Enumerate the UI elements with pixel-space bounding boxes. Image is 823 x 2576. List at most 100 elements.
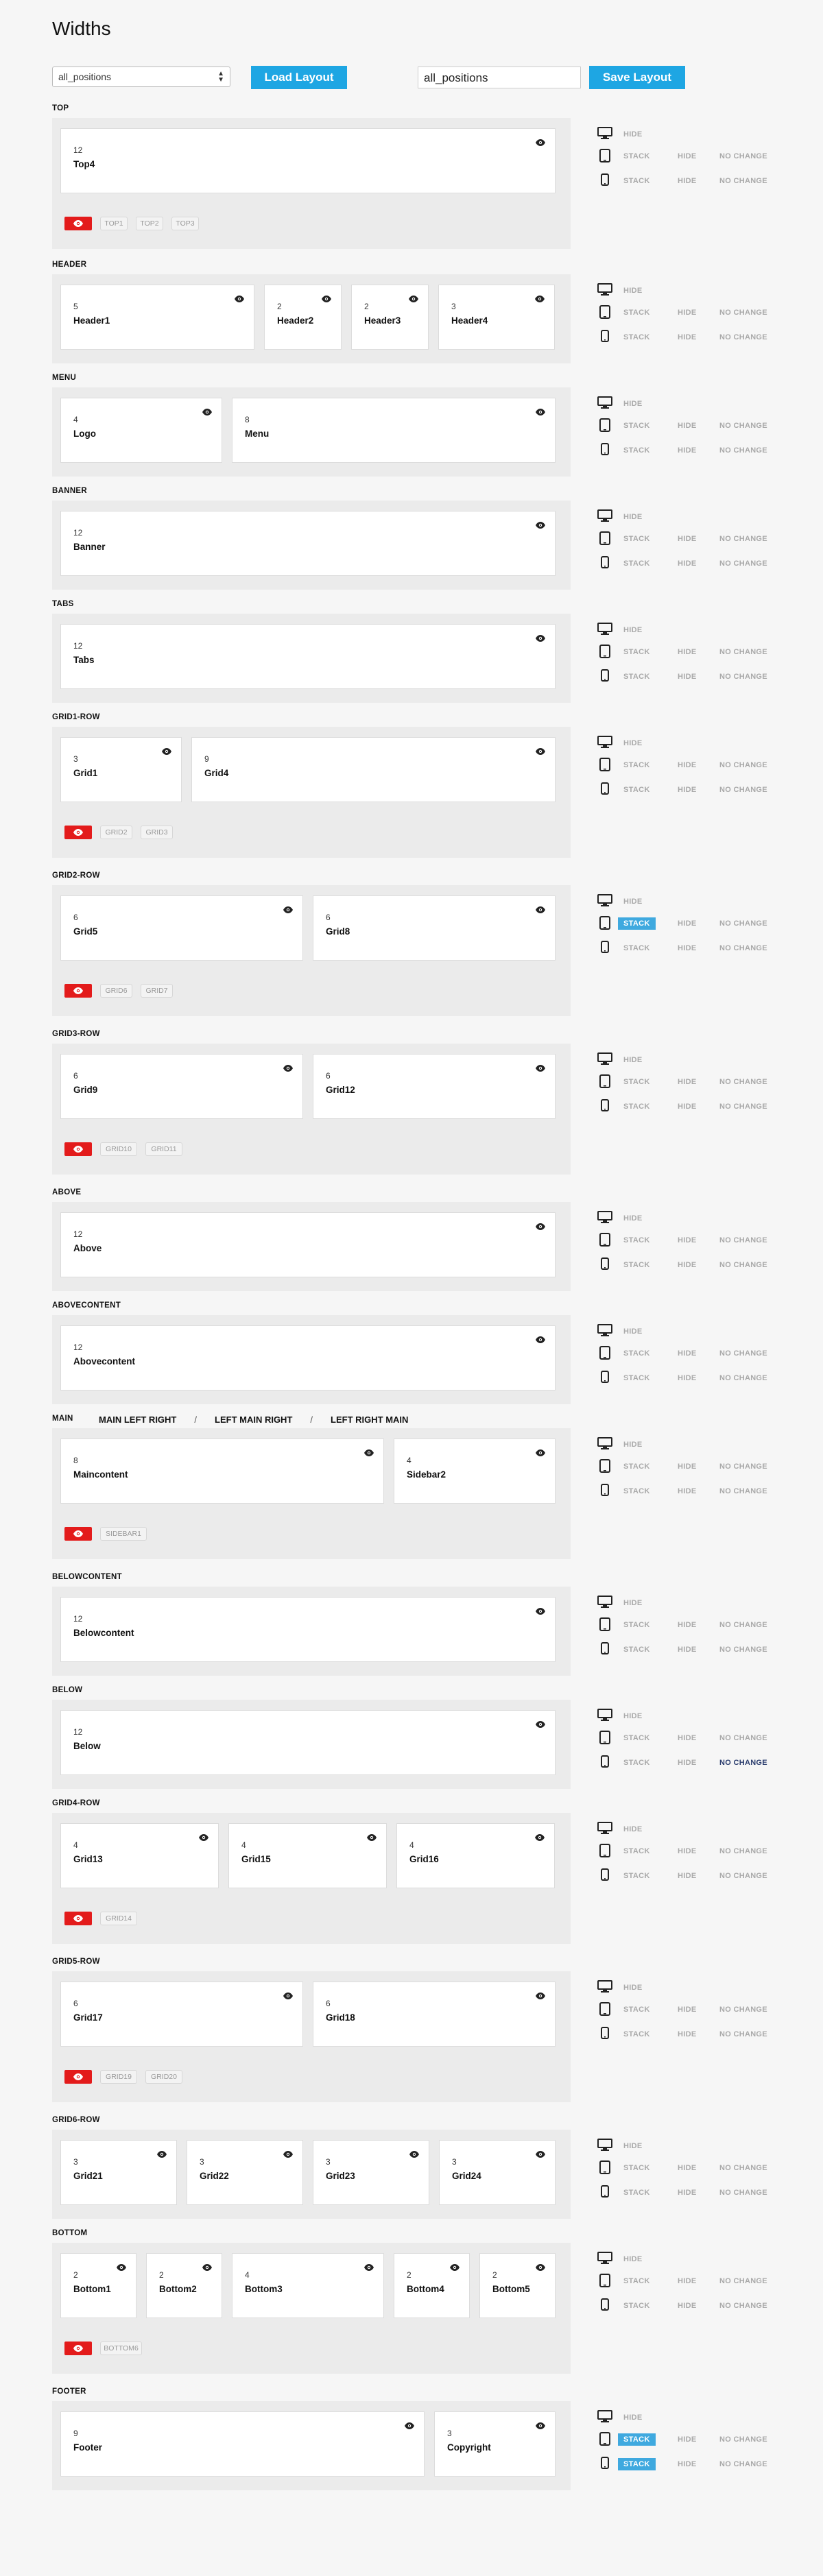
- phone-stack-option[interactable]: STACK: [618, 2458, 656, 2470]
- tablet-hide-option[interactable]: HIDE: [678, 2433, 696, 2446]
- column-header1[interactable]: 5 Header1: [60, 285, 254, 350]
- show-hidden-toggle[interactable]: [64, 1912, 92, 1925]
- show-hidden-toggle[interactable]: [64, 826, 92, 839]
- eye-icon[interactable]: [536, 1990, 545, 1999]
- eye-icon[interactable]: [536, 1063, 545, 1072]
- eye-icon[interactable]: [536, 1447, 545, 1456]
- tablet-stack-option[interactable]: STACK: [623, 1076, 650, 1088]
- hidden-position-grid19[interactable]: GRID19: [100, 2070, 137, 2084]
- phone-hide-option[interactable]: HIDE: [678, 2187, 696, 2199]
- column-grid4[interactable]: 9 Grid4: [191, 737, 556, 802]
- desktop-hide-option[interactable]: HIDE: [623, 1439, 642, 1451]
- hidden-position-top1[interactable]: TOP1: [100, 217, 128, 230]
- desktop-hide-option[interactable]: HIDE: [623, 737, 642, 749]
- column-above[interactable]: 12 Above: [60, 1212, 556, 1277]
- tablet-hide-option[interactable]: HIDE: [678, 1076, 696, 1088]
- phone-no-change-option[interactable]: NO CHANGE: [719, 1259, 767, 1271]
- desktop-hide-option[interactable]: HIDE: [623, 2411, 642, 2424]
- tablet-stack-option[interactable]: STACK: [623, 306, 650, 319]
- show-hidden-toggle[interactable]: [64, 984, 92, 998]
- main-layout-main-left-right[interactable]: MAIN LEFT RIGHT: [99, 1415, 176, 1425]
- tablet-no-change-option[interactable]: NO CHANGE: [719, 533, 767, 545]
- phone-no-change-option[interactable]: NO CHANGE: [719, 2187, 767, 2199]
- eye-icon[interactable]: [199, 1832, 208, 1841]
- eye-icon[interactable]: [364, 2262, 374, 2271]
- tablet-hide-option[interactable]: HIDE: [678, 917, 696, 930]
- eye-icon[interactable]: [536, 1334, 545, 1343]
- eye-icon[interactable]: [409, 293, 418, 302]
- hidden-position-bottom6[interactable]: BOTTOM6: [100, 2342, 142, 2355]
- tablet-hide-option[interactable]: HIDE: [678, 1347, 696, 1360]
- column-abovecontent[interactable]: 12 Abovecontent: [60, 1325, 556, 1391]
- layout-select[interactable]: all_positions ▲ ▼: [52, 67, 230, 87]
- phone-hide-option[interactable]: HIDE: [678, 671, 696, 683]
- tablet-no-change-option[interactable]: NO CHANGE: [719, 759, 767, 771]
- tablet-no-change-option[interactable]: NO CHANGE: [719, 1076, 767, 1088]
- eye-icon[interactable]: [202, 407, 212, 416]
- phone-stack-option[interactable]: STACK: [623, 942, 650, 954]
- eye-icon[interactable]: [235, 293, 244, 302]
- tablet-hide-option[interactable]: HIDE: [678, 1460, 696, 1473]
- column-grid22[interactable]: 3 Grid22: [187, 2140, 303, 2205]
- show-hidden-toggle[interactable]: [64, 1527, 92, 1541]
- phone-hide-option[interactable]: HIDE: [678, 444, 696, 457]
- eye-icon[interactable]: [536, 1719, 545, 1728]
- eye-icon[interactable]: [367, 1832, 377, 1841]
- tablet-no-change-option[interactable]: NO CHANGE: [719, 150, 767, 162]
- eye-icon[interactable]: [536, 520, 545, 529]
- column-copyright[interactable]: 3 Copyright: [434, 2411, 556, 2477]
- eye-icon[interactable]: [536, 2262, 545, 2271]
- eye-icon[interactable]: [535, 1832, 545, 1841]
- tablet-stack-option[interactable]: STACK: [618, 2433, 656, 2446]
- phone-stack-option[interactable]: STACK: [623, 1372, 650, 1384]
- tablet-stack-option[interactable]: STACK: [623, 533, 650, 545]
- tablet-no-change-option[interactable]: NO CHANGE: [719, 1619, 767, 1631]
- phone-hide-option[interactable]: HIDE: [678, 331, 696, 344]
- column-grid16[interactable]: 4 Grid16: [396, 1823, 555, 1888]
- eye-icon[interactable]: [536, 407, 545, 416]
- hidden-position-grid10[interactable]: GRID10: [100, 1142, 137, 1156]
- tablet-no-change-option[interactable]: NO CHANGE: [719, 646, 767, 658]
- tablet-no-change-option[interactable]: NO CHANGE: [719, 2003, 767, 2016]
- eye-icon[interactable]: [536, 746, 545, 755]
- desktop-hide-option[interactable]: HIDE: [623, 511, 642, 523]
- load-layout-button[interactable]: Load Layout: [251, 66, 347, 89]
- tablet-no-change-option[interactable]: NO CHANGE: [719, 1234, 767, 1247]
- phone-stack-option[interactable]: STACK: [623, 1100, 650, 1113]
- phone-stack-option[interactable]: STACK: [623, 444, 650, 457]
- column-grid23[interactable]: 3 Grid23: [313, 2140, 429, 2205]
- tablet-no-change-option[interactable]: NO CHANGE: [719, 2162, 767, 2174]
- phone-no-change-option[interactable]: NO CHANGE: [719, 2458, 767, 2470]
- phone-no-change-option[interactable]: NO CHANGE: [719, 1485, 767, 1497]
- column-bottom2[interactable]: 2 Bottom2: [146, 2253, 222, 2318]
- column-header3[interactable]: 2 Header3: [351, 285, 429, 350]
- phone-stack-option[interactable]: STACK: [623, 1485, 650, 1497]
- desktop-hide-option[interactable]: HIDE: [623, 624, 642, 636]
- eye-icon[interactable]: [283, 904, 293, 913]
- eye-icon[interactable]: [536, 904, 545, 913]
- eye-icon[interactable]: [283, 2149, 293, 2158]
- phone-stack-option[interactable]: STACK: [623, 2187, 650, 2199]
- column-maincontent[interactable]: 8 Maincontent: [60, 1439, 384, 1504]
- phone-hide-option[interactable]: HIDE: [678, 1644, 696, 1656]
- desktop-hide-option[interactable]: HIDE: [623, 398, 642, 410]
- column-grid1[interactable]: 3 Grid1: [60, 737, 182, 802]
- phone-no-change-option[interactable]: NO CHANGE: [719, 942, 767, 954]
- column-grid12[interactable]: 6 Grid12: [313, 1054, 556, 1119]
- tablet-hide-option[interactable]: HIDE: [678, 2003, 696, 2016]
- desktop-hide-option[interactable]: HIDE: [623, 1212, 642, 1225]
- eye-icon[interactable]: [283, 1063, 293, 1072]
- tablet-no-change-option[interactable]: NO CHANGE: [719, 917, 767, 930]
- tablet-hide-option[interactable]: HIDE: [678, 646, 696, 658]
- column-grid21[interactable]: 3 Grid21: [60, 2140, 177, 2205]
- tablet-hide-option[interactable]: HIDE: [678, 1619, 696, 1631]
- tablet-no-change-option[interactable]: NO CHANGE: [719, 420, 767, 432]
- hidden-position-grid6[interactable]: GRID6: [100, 984, 132, 998]
- column-bottom3[interactable]: 4 Bottom3: [232, 2253, 384, 2318]
- tablet-stack-option[interactable]: STACK: [623, 2003, 650, 2016]
- hidden-position-grid20[interactable]: GRID20: [145, 2070, 182, 2084]
- phone-stack-option[interactable]: STACK: [623, 1259, 650, 1271]
- column-belowcontent[interactable]: 12 Belowcontent: [60, 1597, 556, 1662]
- phone-hide-option[interactable]: HIDE: [678, 557, 696, 570]
- desktop-hide-option[interactable]: HIDE: [623, 895, 642, 908]
